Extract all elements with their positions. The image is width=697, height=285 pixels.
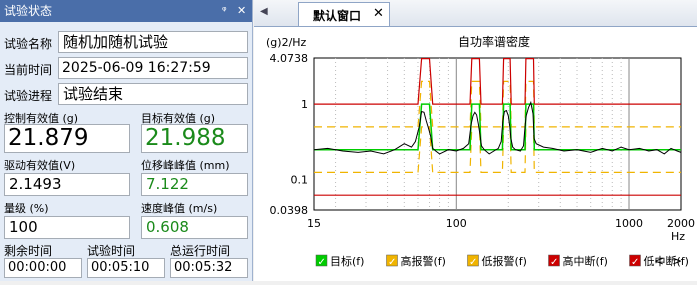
velocity-peak-field: 0.608 [141,216,248,239]
y-axis-label: (g)2/Hz [266,36,307,49]
legend-check-icon: ✓ [631,257,639,268]
velocity-peak-label: 速度峰值 (m/s) [141,202,218,215]
displacement-peak-field: 7.122 [141,173,248,196]
current-time-label: 当前时间 [4,63,53,77]
y-tick-label: 4.0738 [270,52,309,65]
legend-prev-icon[interactable]: < [654,254,664,268]
x-tick-label: 15 [307,217,321,230]
test-progress-label: 试验进程 [4,89,53,103]
y-tick-label: 1 [301,98,308,111]
tab-close-icon[interactable]: ✕ [373,6,384,21]
x-tick-label: 1000 [615,217,643,230]
drive-rms-label: 驱动有效值(V) [4,159,76,172]
chart-title: 自功率谱密度 [458,34,530,49]
legend-next-icon[interactable]: > [672,254,682,268]
document-pane: ◀ 默认窗口 ✕ (g)2/Hz 自功率谱密度 4.0738 1 0.1 0.0398… [254,0,697,281]
legend: ✓ 目标(f) ✓ 高报警(f) ✓ 低报警(f) ✓ 高中断(f) ✓ 低中断(f)< > [315,254,689,268]
scroll-left-arrow-icon[interactable]: ◀ [260,6,268,17]
x-axis-label: Hz [671,230,685,243]
y-tick-label: 0.0398 [270,204,309,217]
remaining-time-label: 剩余时间 [4,244,53,258]
drive-rms-field: 2.1493 [4,173,130,196]
current-time-field: 2025-06-09 16:27:59 [58,57,248,79]
level-field: 100 [4,216,130,239]
target-rms-field: 21.988 [141,124,248,153]
legend-check-icon: ✓ [388,257,396,268]
panel-title: 试验状态 [4,4,53,18]
legend-label: 低中断(f) [644,254,689,268]
test-time-label: 试验时间 [87,244,136,258]
x-tick-label: 2000 [667,217,695,230]
displacement-peak-label: 位移峰峰值 (mm) [141,159,230,172]
test-time-field: 00:05:10 [87,258,165,278]
tab-label: 默认窗口 [313,9,362,23]
remaining-time-field: 00:00:00 [4,258,82,278]
legend-label: 高报警(f) [401,254,446,268]
level-label: 量级 (%) [4,202,49,215]
close-icon[interactable]: ✕ [237,0,246,22]
x-tick-label: 100 [446,217,467,230]
y-tick-label: 0.1 [291,174,309,187]
legend-label: 高中断(f) [563,254,608,268]
tab-default-window[interactable]: 默认窗口 ✕ [298,2,390,26]
plot-area [313,57,682,211]
pin-icon[interactable]: ᵠ [222,0,227,22]
tab-bar: ◀ 默认窗口 ✕ [254,0,697,27]
total-run-time-field: 00:05:32 [170,258,248,278]
legend-label: 低报警(f) [482,254,527,268]
legend-check-icon: ✓ [550,257,558,268]
test-name-label: 试验名称 [4,37,53,51]
legend-check-icon: ✓ [469,257,477,268]
legend-label: 目标(f) [330,254,364,268]
psd-chart: (g)2/Hz 自功率谱密度 4.0738 1 0.1 0.0398 15 100 1000… [254,27,697,281]
total-run-time-label: 总运行时间 [170,244,231,258]
panel-title-bar: 试验状态 ᵠ ✕ [0,0,252,22]
legend-check-icon: ✓ [318,257,326,268]
test-progress-field: 试验结束 [58,83,248,105]
psd-chart-svg: (g)2/Hz 自功率谱密度 4.0738 1 0.1 0.039815 100 1000… [266,34,695,268]
test-status-panel: 试验状态 ᵠ ✕ 试验名称 随机加随机试验 当前时间 2025-06-09 16… [0,0,253,281]
test-name-field: 随机加随机试验 [58,31,248,53]
control-rms-field: 21.879 [4,124,130,153]
